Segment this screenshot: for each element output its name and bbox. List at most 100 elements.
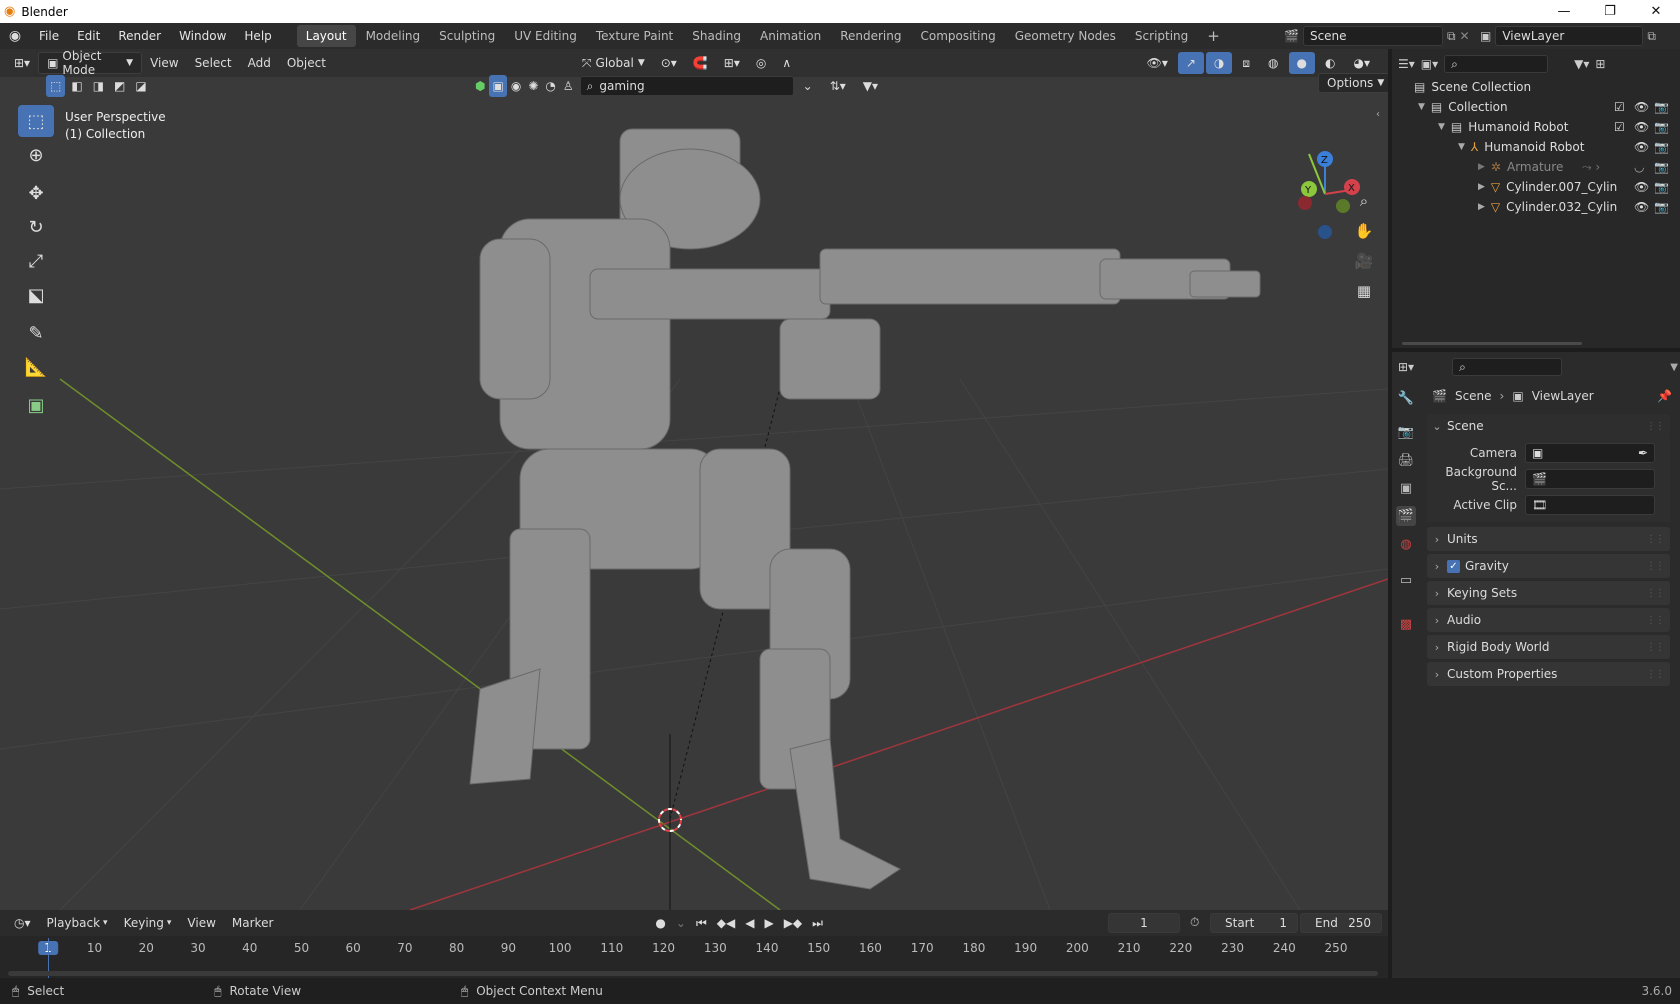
visibility-icon[interactable]: 👁▾ bbox=[1139, 52, 1176, 74]
transform-orientation-selector[interactable]: ⤧ Global ▼ bbox=[574, 52, 653, 74]
annotate-tool[interactable]: ✎ bbox=[18, 317, 54, 349]
outliner-row-cylinder-007[interactable]: ▶ ▽ Cylinder.007_Cylin 👁 📷 bbox=[1392, 177, 1680, 197]
render-camera-icon[interactable]: 📷 bbox=[1654, 180, 1669, 194]
sort-icon[interactable]: ⇅▾ bbox=[822, 75, 854, 97]
select-invert-icon[interactable]: ◩ bbox=[110, 75, 129, 97]
keying-sets-panel[interactable]: › Keying Sets ⋮⋮ bbox=[1427, 581, 1670, 605]
keying-options-icon[interactable]: ⌄ bbox=[672, 912, 690, 934]
scene-properties-tab[interactable]: 🎬 bbox=[1396, 506, 1416, 526]
tab-texture-paint[interactable]: Texture Paint bbox=[587, 25, 682, 47]
options-button[interactable]: Options ▼ bbox=[1318, 73, 1388, 93]
auto-keying-icon[interactable]: ● bbox=[651, 912, 669, 934]
background-scene-field[interactable]: 🎬 bbox=[1525, 469, 1655, 489]
clock-icon[interactable]: ⏱ bbox=[1190, 915, 1199, 930]
rendered-shading-icon[interactable]: ◕▾ bbox=[1346, 52, 1379, 74]
cursor-tool[interactable]: ⊕ bbox=[18, 139, 54, 171]
scene-panel-header[interactable]: ⌄ Scene ⋮⋮ bbox=[1427, 414, 1670, 438]
menu-window[interactable]: Window bbox=[170, 23, 235, 49]
texture-properties-tab[interactable]: ▩ bbox=[1396, 614, 1416, 634]
proportional-edit-icon[interactable]: ◎ bbox=[748, 52, 774, 74]
expand-arrow-icon[interactable]: ▶ bbox=[1478, 162, 1485, 172]
outliner-row-armature[interactable]: ▶ ✲ Armature ⤳ › ◡ 📷 bbox=[1392, 157, 1680, 177]
chevron-down-icon[interactable]: ▼ bbox=[1670, 362, 1678, 373]
solid-shading-icon[interactable]: ● bbox=[1288, 52, 1316, 74]
outliner-row-humanoid-object[interactable]: ▼ ⅄ Humanoid Robot 👁 📷 bbox=[1392, 137, 1680, 157]
snap-icon[interactable]: 🧲 bbox=[685, 52, 716, 74]
properties-search-input[interactable]: ⌕ bbox=[1452, 358, 1563, 376]
output-properties-tab[interactable]: 🖨 bbox=[1396, 450, 1416, 470]
audio-panel[interactable]: › Audio ⋮⋮ bbox=[1427, 608, 1670, 632]
menu-marker[interactable]: Marker bbox=[224, 912, 281, 934]
humanoid-robot-model[interactable] bbox=[469, 128, 1261, 890]
exclude-checkbox-icon[interactable]: ☑ bbox=[1614, 120, 1625, 134]
new-scene-icon[interactable]: ⧉ bbox=[1447, 29, 1456, 44]
pan-hand-icon[interactable]: ✋ bbox=[1350, 217, 1378, 245]
timeline-area[interactable]: 1102030405060708090100110120130140150160… bbox=[0, 936, 1388, 978]
object-types-icon[interactable]: ⬢ bbox=[472, 75, 488, 97]
close-button[interactable]: ✕ bbox=[1633, 0, 1679, 23]
camera-view-icon[interactable]: 🎥 bbox=[1350, 247, 1378, 275]
select-subtract-icon[interactable]: ◨ bbox=[89, 75, 108, 97]
tab-rendering[interactable]: Rendering bbox=[831, 25, 910, 47]
wireframe-shading-icon[interactable]: ◍ bbox=[1260, 52, 1286, 74]
material-shading-icon[interactable]: ◐ bbox=[1317, 52, 1343, 74]
expand-arrow-icon[interactable]: ▼ bbox=[1438, 122, 1445, 132]
tab-modeling[interactable]: Modeling bbox=[357, 25, 430, 47]
eye-icon[interactable]: 👁 bbox=[1634, 120, 1649, 134]
rigid-body-world-panel[interactable]: › Rigid Body World ⋮⋮ bbox=[1427, 635, 1670, 659]
menu-file[interactable]: File bbox=[30, 23, 68, 49]
render-camera-icon[interactable]: 📷 bbox=[1654, 140, 1669, 154]
select-intersect-icon[interactable]: ◪ bbox=[131, 75, 150, 97]
view-layer-properties-tab[interactable]: ▣ bbox=[1396, 478, 1416, 498]
scale-tool[interactable]: ⤢ bbox=[18, 245, 54, 277]
ortho-toggle-icon[interactable]: ▦ bbox=[1350, 277, 1378, 305]
render-camera-icon[interactable]: 📷 bbox=[1654, 120, 1669, 134]
outliner-row-collection[interactable]: ▼ ▤ Collection ☑ 👁 📷 bbox=[1392, 97, 1680, 117]
select-new-icon[interactable]: ⬚ bbox=[46, 75, 66, 97]
search-options-icon[interactable]: ⌄ bbox=[795, 75, 821, 97]
filter-light-icon[interactable]: ✺ bbox=[525, 75, 541, 97]
menu-view[interactable]: View bbox=[142, 52, 186, 74]
eye-icon[interactable]: 👁 bbox=[1634, 200, 1649, 214]
expand-arrow-icon[interactable]: ▼ bbox=[1458, 142, 1465, 152]
timeline-scrollbar[interactable] bbox=[8, 971, 1378, 976]
render-camera-icon[interactable]: 📷 bbox=[1654, 100, 1669, 114]
pin-icon[interactable]: 📌 bbox=[1657, 389, 1672, 403]
zoom-icon[interactable]: ⌕ bbox=[1350, 187, 1378, 215]
new-viewlayer-icon[interactable]: ⧉ bbox=[1647, 29, 1656, 44]
start-frame-field[interactable]: Start 1 bbox=[1210, 913, 1298, 933]
filter-icon[interactable]: ▼▾ bbox=[855, 75, 886, 97]
maximize-button[interactable]: ❐ bbox=[1587, 0, 1633, 23]
rotate-tool[interactable]: ↻ bbox=[18, 211, 54, 243]
delete-scene-icon[interactable]: ✕ bbox=[1460, 29, 1470, 43]
outliner-search-input[interactable]: ⌕ bbox=[1444, 55, 1549, 73]
mode-selector[interactable]: ▣ Object Mode ▼ bbox=[38, 49, 143, 77]
filter-mesh-icon[interactable]: ▣ bbox=[489, 75, 507, 97]
xray-icon[interactable]: ⧈ bbox=[1234, 52, 1258, 74]
menu-playback[interactable]: Playback ▾ bbox=[39, 912, 116, 934]
menu-select[interactable]: Select bbox=[187, 52, 240, 74]
menu-help[interactable]: Help bbox=[235, 23, 280, 49]
active-clip-field[interactable]: 🎞 bbox=[1525, 495, 1655, 515]
overlays-icon[interactable]: ◑ bbox=[1205, 52, 1233, 74]
viewlayer-icon[interactable]: ▣ bbox=[1480, 29, 1491, 43]
move-tool[interactable]: ✥ bbox=[18, 177, 54, 209]
filter-armature-icon[interactable]: ♙ bbox=[560, 75, 577, 97]
select-extend-icon[interactable]: ◧ bbox=[67, 75, 86, 97]
tab-sculpting[interactable]: Sculpting bbox=[430, 25, 504, 47]
menu-edit[interactable]: Edit bbox=[68, 23, 109, 49]
current-frame-field[interactable]: 1 bbox=[1108, 913, 1180, 933]
collection-properties-tab[interactable]: ▭ bbox=[1396, 570, 1416, 590]
gravity-panel[interactable]: › ✓ Gravity ⋮⋮ bbox=[1427, 554, 1670, 578]
sidebar-toggle-icon[interactable]: ‹ bbox=[1376, 109, 1380, 120]
add-cube-tool[interactable]: ▣ bbox=[18, 389, 54, 421]
outliner-scrollbar[interactable] bbox=[1402, 342, 1582, 345]
timeline-editor-icon[interactable]: ◷▾ bbox=[6, 912, 39, 934]
outliner-editor-icon[interactable]: ☰▾ bbox=[1398, 57, 1415, 71]
drag-grip-icon[interactable]: ⋮⋮ bbox=[1646, 588, 1665, 599]
display-mode-icon[interactable]: ▣▾ bbox=[1421, 57, 1438, 71]
outliner-row-humanoid-collection[interactable]: ▼ ▤ Humanoid Robot ☑ 👁 📷 bbox=[1392, 117, 1680, 137]
menu-add[interactable]: Add bbox=[240, 52, 279, 74]
minimize-button[interactable]: — bbox=[1541, 0, 1587, 23]
eye-closed-icon[interactable]: ◡ bbox=[1634, 160, 1644, 174]
